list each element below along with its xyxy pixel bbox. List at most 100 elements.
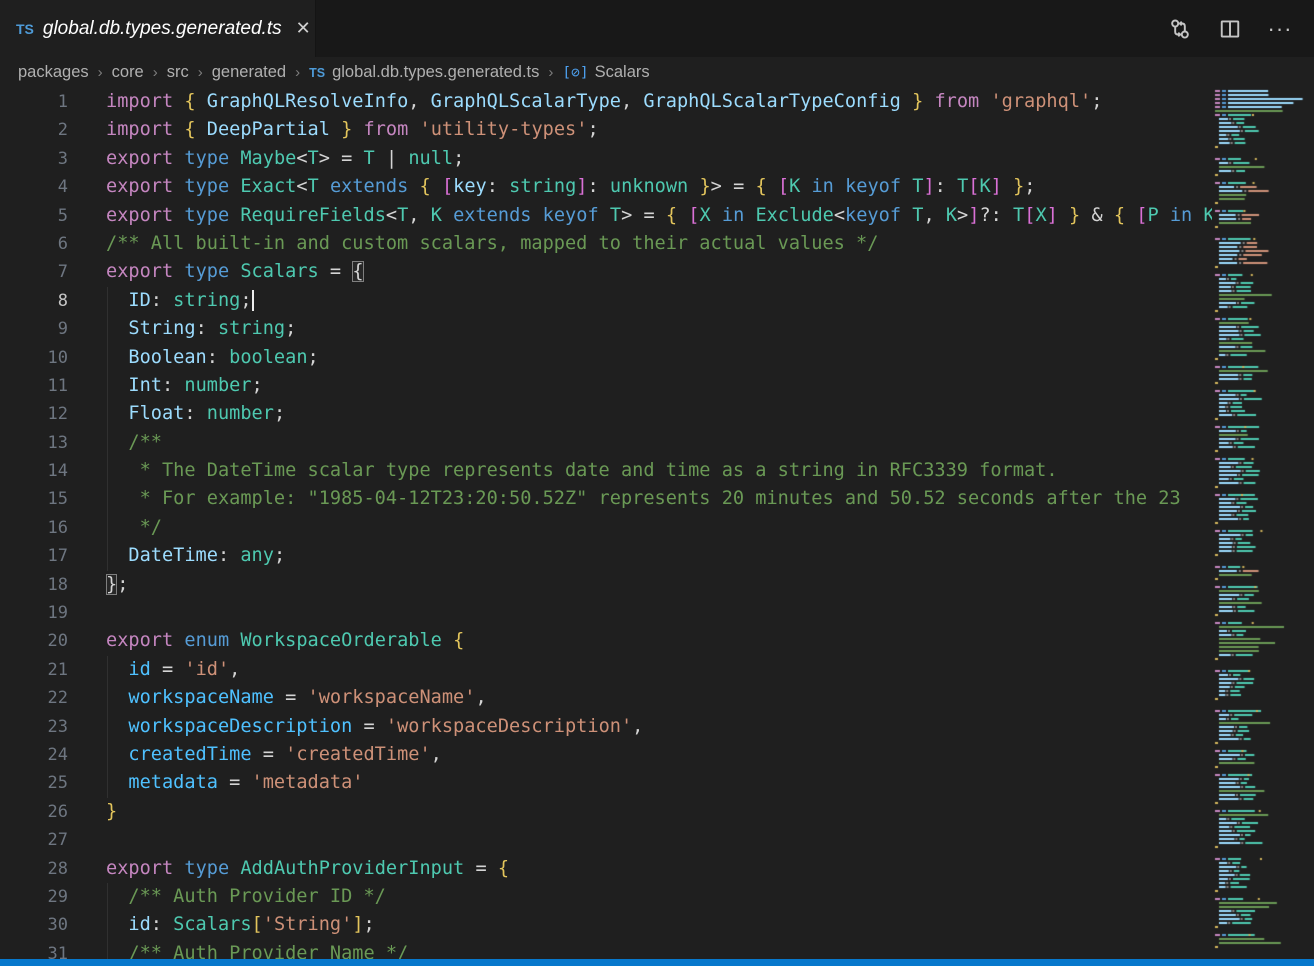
code-text: export type Maybe<T> = T | null; (106, 145, 464, 173)
chevron-right-icon: › (98, 64, 103, 81)
editor-actions: ··· (1168, 0, 1314, 57)
code-text: Boolean: boolean; (106, 344, 319, 372)
line-number[interactable]: 23 (0, 713, 68, 741)
code-text: /** Auth Provider Name */ (106, 940, 408, 959)
code-line[interactable]: 29 /** Auth Provider ID */ (0, 883, 1212, 911)
text-cursor (252, 290, 254, 311)
symbol-type-icon: [⊘] (562, 65, 588, 81)
code-line[interactable]: 7export type Scalars = { (0, 258, 1212, 286)
line-number[interactable]: 5 (0, 202, 68, 230)
code-line[interactable]: 2 import { DeepPartial } from 'utility-ty… (0, 116, 1212, 144)
code-line[interactable]: 12 Float: number; (0, 400, 1212, 428)
code-line[interactable]: 28export type AddAuthProviderInput = { (0, 855, 1212, 883)
code-text: ID: string; (106, 287, 254, 315)
code-line[interactable]: 11 Int: number; (0, 372, 1212, 400)
line-number[interactable]: 10 (0, 344, 68, 372)
code-text: Int: number; (106, 372, 263, 400)
tab-global-db-types[interactable]: TS global.db.types.generated.ts ✕ (0, 0, 316, 57)
line-number[interactable]: 20 (0, 627, 68, 655)
line-number[interactable]: 19 (0, 599, 68, 627)
code-line[interactable]: 13 /** (0, 429, 1212, 457)
chevron-right-icon: › (548, 64, 553, 81)
code-line[interactable]: 27 (0, 826, 1212, 854)
line-number[interactable]: 30 (0, 911, 68, 939)
code-line[interactable]: 1import { GraphQLResolveInfo, GraphQLSca… (0, 88, 1212, 116)
line-number[interactable]: 31 (0, 940, 68, 959)
minimap[interactable] (1212, 88, 1314, 959)
line-number[interactable]: 6 (0, 230, 68, 258)
open-changes-icon[interactable] (1168, 17, 1192, 41)
code-text: } (106, 798, 117, 826)
line-number[interactable]: 22 (0, 684, 68, 712)
split-editor-icon[interactable] (1218, 17, 1242, 41)
code-text: String: string; (106, 315, 296, 343)
more-actions-icon[interactable]: ··· (1268, 17, 1292, 41)
breadcrumb-item-generated[interactable]: generated (212, 63, 286, 82)
code-text: import { DeepPartial } from 'utility-typ… (106, 116, 599, 144)
code-line[interactable]: 24 createdTime = 'createdTime', (0, 741, 1212, 769)
line-number[interactable]: 1 (0, 88, 68, 116)
breadcrumb-item-symbol[interactable]: Scalars (595, 63, 650, 82)
line-number[interactable]: 2 (0, 116, 68, 144)
typescript-file-icon: TS (16, 21, 34, 37)
code-line[interactable]: 22 workspaceName = 'workspaceName', (0, 684, 1212, 712)
line-number[interactable]: 3 (0, 145, 68, 173)
typescript-file-icon: TS (309, 66, 325, 80)
line-number[interactable]: 14 (0, 457, 68, 485)
code-line[interactable]: 18}; (0, 571, 1212, 599)
code-line[interactable]: 15 * For example: "1985-04-12T23:20:50.5… (0, 485, 1212, 513)
code-line[interactable]: 30 id: Scalars['String']; (0, 911, 1212, 939)
line-number[interactable]: 21 (0, 656, 68, 684)
chevron-right-icon: › (153, 64, 158, 81)
code-text: export type Exact<T extends { [key: stri… (106, 173, 1035, 201)
code-line[interactable]: 9 String: string; (0, 315, 1212, 343)
code-line[interactable]: 20export enum WorkspaceOrderable { (0, 627, 1212, 655)
line-number[interactable]: 27 (0, 826, 68, 854)
code-text: */ (106, 514, 162, 542)
line-number[interactable]: 17 (0, 542, 68, 570)
code-text: metadata = 'metadata' (106, 769, 364, 797)
line-number[interactable]: 15 (0, 485, 68, 513)
line-number[interactable]: 4 (0, 173, 68, 201)
line-number[interactable]: 8 (0, 287, 68, 315)
code-area[interactable]: 1import { GraphQLResolveInfo, GraphQLSca… (0, 88, 1212, 959)
code-line[interactable]: 19 (0, 599, 1212, 627)
code-line[interactable]: 21 id = 'id', (0, 656, 1212, 684)
code-line[interactable]: 14 * The DateTime scalar type represents… (0, 457, 1212, 485)
code-line[interactable]: 23 workspaceDescription = 'workspaceDesc… (0, 713, 1212, 741)
line-number[interactable]: 26 (0, 798, 68, 826)
code-line[interactable]: 10 Boolean: boolean; (0, 344, 1212, 372)
code-text: createdTime = 'createdTime', (106, 741, 442, 769)
code-line[interactable]: 3 export type Maybe<T> = T | null; (0, 145, 1212, 173)
breadcrumb-item-core[interactable]: core (112, 63, 144, 82)
line-number[interactable]: 28 (0, 855, 68, 883)
line-number[interactable]: 16 (0, 514, 68, 542)
breadcrumb-item-src[interactable]: src (167, 63, 189, 82)
chevron-right-icon: › (295, 64, 300, 81)
breadcrumb-item-file[interactable]: global.db.types.generated.ts (332, 63, 539, 82)
code-line[interactable]: 26} (0, 798, 1212, 826)
close-icon[interactable]: ✕ (296, 18, 311, 39)
line-number[interactable]: 11 (0, 372, 68, 400)
code-line[interactable]: 31 /** Auth Provider Name */ (0, 940, 1212, 959)
line-number[interactable]: 29 (0, 883, 68, 911)
code-text: /** All built-in and custom scalars, map… (106, 230, 878, 258)
line-number[interactable]: 13 (0, 429, 68, 457)
code-line[interactable]: 25 metadata = 'metadata' (0, 769, 1212, 797)
code-editor[interactable]: 1import { GraphQLResolveInfo, GraphQLSca… (0, 88, 1314, 959)
code-line[interactable]: 16 */ (0, 514, 1212, 542)
code-text: * For example: "1985-04-12T23:20:50.52Z"… (106, 485, 1181, 513)
code-line[interactable]: 17 DateTime: any; (0, 542, 1212, 570)
code-text: }; (106, 571, 128, 599)
breadcrumb-item-packages[interactable]: packages (18, 63, 89, 82)
line-number[interactable]: 18 (0, 571, 68, 599)
line-number[interactable]: 12 (0, 400, 68, 428)
line-number[interactable]: 25 (0, 769, 68, 797)
line-number[interactable]: 9 (0, 315, 68, 343)
line-number[interactable]: 7 (0, 258, 68, 286)
code-line[interactable]: 8 ID: string; (0, 287, 1212, 315)
line-number[interactable]: 24 (0, 741, 68, 769)
code-line[interactable]: 6 /** All built-in and custom scalars, ma… (0, 230, 1212, 258)
code-line[interactable]: 5export type RequireFields<T, K extends … (0, 202, 1212, 230)
code-line[interactable]: 4 export type Exact<T extends { [key: str… (0, 173, 1212, 201)
